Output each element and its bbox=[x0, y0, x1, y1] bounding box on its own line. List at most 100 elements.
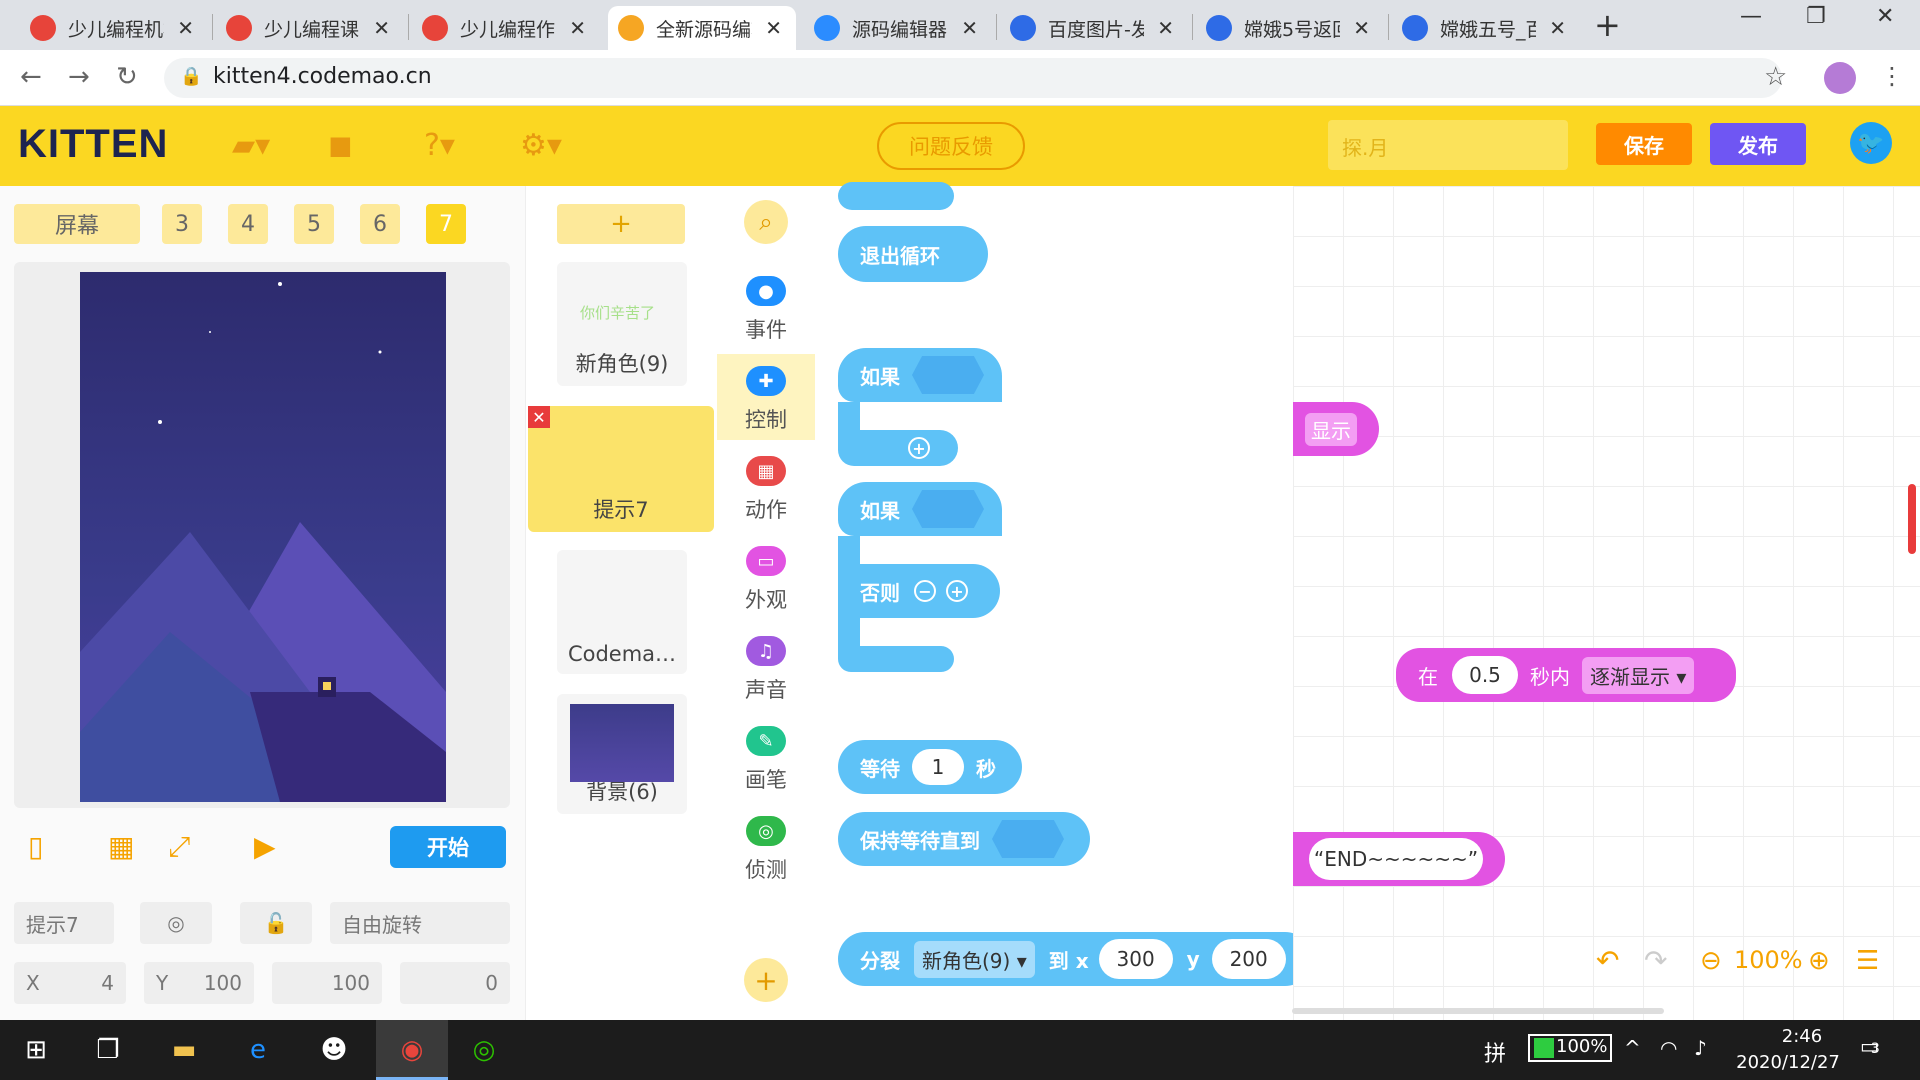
add-sprite-button[interactable]: + bbox=[557, 204, 685, 244]
clone-block[interactable]: 分裂 新角色(9) ▾ 到 x 300 y 200 bbox=[838, 932, 1312, 986]
y-field[interactable]: Y 100 bbox=[144, 962, 254, 1004]
code-canvas[interactable] bbox=[1293, 186, 1920, 1020]
battery-indicator[interactable]: 100% bbox=[1528, 1034, 1612, 1062]
else-block[interactable]: 否则 − + bbox=[838, 564, 1000, 618]
redo-icon[interactable]: ↷ bbox=[1644, 944, 1667, 977]
condition-slot[interactable] bbox=[912, 356, 984, 394]
reload-icon[interactable]: ↻ bbox=[116, 62, 138, 92]
screen-tab-6[interactable]: 6 bbox=[360, 204, 400, 244]
browser-tab[interactable]: 少儿编程机构 ✕ bbox=[20, 6, 208, 50]
category-1[interactable]: ✚ 控制 bbox=[717, 354, 815, 440]
category-4[interactable]: ♫ 声音 bbox=[717, 624, 815, 710]
save-button[interactable]: 保存 bbox=[1596, 123, 1692, 165]
clone-target-select[interactable]: 新角色(9) ▾ bbox=[914, 940, 1035, 978]
settings-gear-icon[interactable]: ⚙▾ bbox=[520, 128, 562, 163]
sprite-name-field[interactable]: 提示7 bbox=[14, 902, 114, 944]
tab-close-icon[interactable]: ✕ bbox=[1353, 16, 1370, 40]
show-block-partial[interactable]: 显示 bbox=[1293, 402, 1379, 456]
project-name-input[interactable]: 探.月 bbox=[1328, 120, 1568, 170]
maximize-icon[interactable]: ❐ bbox=[1806, 4, 1826, 29]
help-icon[interactable]: ?▾ bbox=[424, 128, 464, 163]
backpack-icon[interactable]: ◼ bbox=[328, 128, 368, 163]
close-window-icon[interactable]: ✕ bbox=[1876, 4, 1894, 29]
start-button[interactable]: 开始 bbox=[390, 826, 506, 868]
tab-close-icon[interactable]: ✕ bbox=[1157, 16, 1174, 40]
qq-icon[interactable]: ☻ bbox=[314, 1030, 354, 1070]
notification-icon[interactable]: ▭3 bbox=[1860, 1034, 1880, 1058]
x-input[interactable]: 300 bbox=[1098, 939, 1173, 979]
forward-icon[interactable]: → bbox=[68, 62, 90, 92]
browser-tab[interactable]: 少儿编程作品 ✕ bbox=[412, 6, 600, 50]
category-0[interactable]: ● 事件 bbox=[717, 264, 815, 350]
say-text-input[interactable]: “END~~~~~~” bbox=[1309, 838, 1483, 880]
wait-until-block[interactable]: 保持等待直到 bbox=[838, 812, 1090, 866]
wifi-icon[interactable]: ◠ bbox=[1660, 1036, 1677, 1060]
category-2[interactable]: ▦ 动作 bbox=[717, 444, 815, 530]
fullscreen-icon[interactable]: ⤢ bbox=[168, 830, 190, 864]
break-loop-block[interactable]: 退出循环 bbox=[838, 226, 988, 282]
tab-close-icon[interactable]: ✕ bbox=[765, 16, 782, 40]
zoom-out-icon[interactable]: ⊖ bbox=[1700, 946, 1722, 976]
clock-time[interactable]: 2:46 bbox=[1762, 1026, 1842, 1047]
browser-tab[interactable]: 嫦娥五号_百 ✕ bbox=[1392, 6, 1580, 50]
direction-field[interactable]: 0 bbox=[400, 962, 510, 1004]
back-icon[interactable]: ← bbox=[20, 62, 42, 92]
undo-icon[interactable]: ↶ bbox=[1596, 944, 1619, 977]
horizontal-scrollbar[interactable] bbox=[1292, 1008, 1664, 1014]
add-branch-icon[interactable]: + bbox=[908, 437, 930, 459]
chrome-icon[interactable]: ◉ bbox=[392, 1030, 432, 1070]
wait-seconds-input[interactable]: 1 bbox=[912, 749, 964, 785]
align-blocks-icon[interactable]: ☰ bbox=[1856, 946, 1879, 976]
file-icon[interactable]: ▰▾ bbox=[232, 128, 272, 163]
screen-tab-3[interactable]: 3 bbox=[162, 204, 202, 244]
screen-tab-4[interactable]: 4 bbox=[228, 204, 268, 244]
fade-mode-select[interactable]: 逐渐显示 ▾ bbox=[1582, 656, 1695, 694]
sprite-item-selected[interactable]: 提示7 bbox=[528, 406, 714, 532]
size-field[interactable]: 100 bbox=[272, 962, 382, 1004]
add-extension-icon[interactable]: + bbox=[744, 958, 788, 1002]
y-input[interactable]: 200 bbox=[1211, 939, 1286, 979]
vertical-scrollbar[interactable] bbox=[1908, 484, 1916, 554]
condition-slot[interactable] bbox=[992, 820, 1064, 858]
lock-toggle-icon[interactable]: 🔓 bbox=[240, 902, 312, 944]
windows-start-icon[interactable]: ⊞ bbox=[16, 1030, 56, 1070]
tab-close-icon[interactable]: ✕ bbox=[1549, 16, 1566, 40]
tab-close-icon[interactable]: ✕ bbox=[373, 16, 390, 40]
category-6[interactable]: ◎ 侦测 bbox=[717, 804, 815, 890]
browser-tab[interactable]: 源码编辑器 ✕ bbox=[804, 6, 992, 50]
sprite-item[interactable]: Codema… bbox=[557, 550, 687, 674]
block-search-icon[interactable]: ⌕ bbox=[744, 200, 788, 244]
screen-tab-5[interactable]: 5 bbox=[294, 204, 334, 244]
publish-button[interactable]: 发布 bbox=[1710, 123, 1806, 165]
category-5[interactable]: ✎ 画笔 bbox=[717, 714, 815, 800]
star-icon[interactable]: ☆ bbox=[1764, 62, 1787, 92]
ime-icon[interactable]: 拼 bbox=[1484, 1036, 1506, 1068]
play-preview-icon[interactable]: ▶ bbox=[254, 830, 276, 863]
file-explorer-icon[interactable]: ▬ bbox=[164, 1030, 204, 1070]
new-tab-button[interactable]: + bbox=[1594, 6, 1621, 44]
x-field[interactable]: X4 bbox=[14, 962, 126, 1004]
visibility-icon[interactable]: ◎ bbox=[140, 902, 212, 944]
tab-close-icon[interactable]: ✕ bbox=[177, 16, 194, 40]
url-text[interactable]: kitten4.codemao.cn bbox=[213, 64, 432, 89]
tab-close-icon[interactable]: ✕ bbox=[569, 16, 586, 40]
twitter-bird-icon[interactable]: 🐦 bbox=[1850, 122, 1892, 164]
browser-tab[interactable]: 全新源码编辑 ✕ bbox=[608, 6, 796, 50]
stage-canvas[interactable] bbox=[80, 272, 446, 802]
fade-seconds-input[interactable]: 0.5 bbox=[1452, 656, 1518, 694]
grid-icon[interactable]: ▦ bbox=[108, 830, 134, 863]
wechat-icon[interactable]: ◎ bbox=[464, 1030, 504, 1070]
tray-expand-icon[interactable]: ^ bbox=[1624, 1036, 1641, 1060]
zoom-in-icon[interactable]: ⊕ bbox=[1808, 946, 1830, 976]
browser-tab[interactable]: 百度图片-发 ✕ bbox=[1000, 6, 1188, 50]
minimize-icon[interactable]: — bbox=[1740, 4, 1762, 29]
browser-tab[interactable]: 少儿编程课 ✕ bbox=[216, 6, 404, 50]
edge-icon[interactable]: e bbox=[238, 1030, 278, 1070]
sprite-item[interactable]: 新角色(9) bbox=[557, 262, 687, 386]
wait-block[interactable]: 等待 1 秒 bbox=[838, 740, 1022, 794]
fade-in-block[interactable]: 在 0.5 秒内 逐渐显示 ▾ bbox=[1396, 648, 1736, 702]
tab-close-icon[interactable]: ✕ bbox=[961, 16, 978, 40]
say-block[interactable]: “END~~~~~~” bbox=[1293, 832, 1505, 886]
feedback-button[interactable]: 问题反馈 bbox=[877, 122, 1025, 170]
task-view-icon[interactable]: ❐ bbox=[88, 1030, 128, 1070]
